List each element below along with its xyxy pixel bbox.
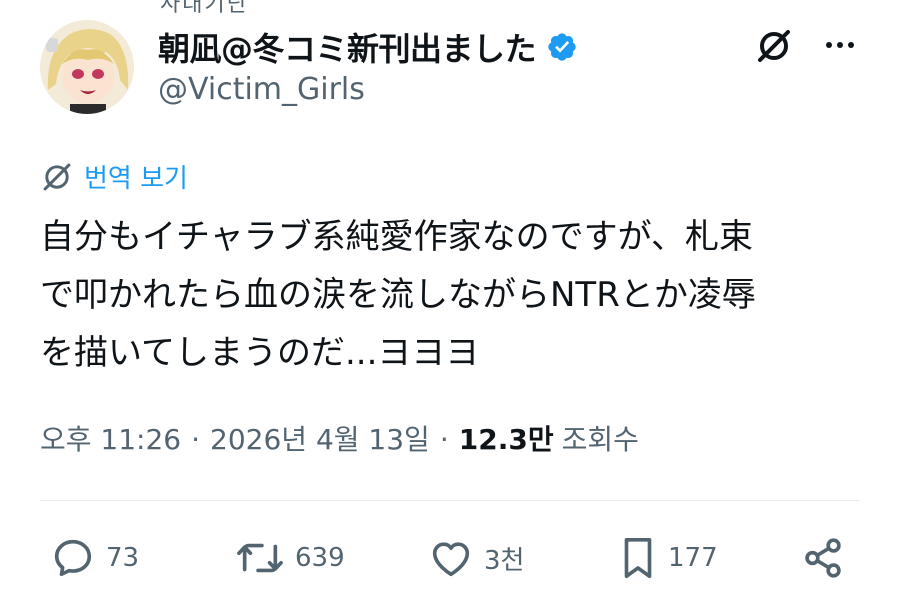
bookmark-button[interactable]: 177 (618, 528, 718, 588)
repost-icon (237, 543, 283, 573)
like-button[interactable]: 3천 (428, 528, 524, 588)
tweet-line: 自分もイチャラブ系純愛作家なのですが、札束 (40, 217, 753, 257)
avatar-image (40, 20, 134, 114)
meta-separator: · (191, 423, 201, 456)
reply-icon (54, 539, 92, 577)
divider (40, 500, 860, 501)
more-button[interactable] (818, 30, 862, 60)
translate-link[interactable]: 번역 보기 (40, 158, 188, 195)
verified-badge-icon (548, 33, 576, 61)
grok-translate-icon (43, 163, 71, 190)
grok-icon (758, 30, 790, 62)
tweet-time[interactable]: 오후 11:26 (40, 418, 181, 458)
more-icon (826, 42, 832, 48)
tweet-date[interactable]: 2026년 4월 13일 (210, 418, 430, 458)
share-button[interactable] (800, 528, 846, 588)
reply-button[interactable]: 73 (50, 528, 139, 588)
bookmark-count: 177 (668, 543, 718, 573)
author-display-name[interactable]: 朝凪@冬コミ新刊出ました (158, 24, 537, 70)
action-bar: 73 639 3천 177 (40, 528, 860, 588)
meta-separator: · (439, 423, 449, 456)
partial-header-text: 사대기단 (160, 0, 249, 17)
repost-button[interactable]: 639 (235, 528, 345, 588)
repost-count: 639 (295, 543, 345, 573)
translate-label[interactable]: 번역 보기 (84, 158, 188, 195)
author-name-row: 朝凪@冬コミ新刊出ました (158, 24, 578, 70)
share-icon (805, 538, 841, 578)
reply-count: 73 (106, 543, 140, 573)
views-count: 12.3만 (458, 423, 554, 456)
avatar[interactable] (40, 20, 134, 114)
tweet-line: で叩かれたら血の涙を流しながらNTRとか凌辱 (40, 275, 756, 315)
grok-button[interactable] (752, 24, 796, 68)
bookmark-icon (624, 537, 652, 579)
tweet-line: を描いてしまうのだ...ヨヨヨ (40, 333, 480, 373)
like-icon (432, 542, 470, 577)
like-count: 3천 (484, 545, 525, 576)
views-label: 조회수 (561, 423, 639, 456)
tweet-text: 自分もイチャラブ系純愛作家なのですが、札束 で叩かれたら血の涙を流しながらNTR… (40, 208, 860, 382)
author-handle[interactable]: @Victim_Girls (158, 72, 365, 107)
tweet-meta: 오후 11:26 · 2026년 4월 13일 · 12.3만 조회수 (40, 418, 639, 458)
